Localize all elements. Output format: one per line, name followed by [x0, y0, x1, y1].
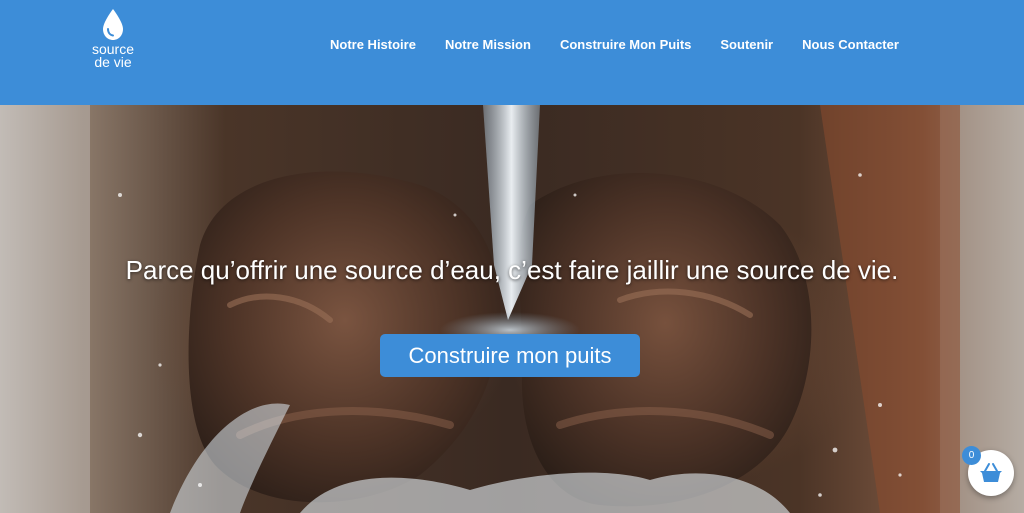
- site-header: source de vie Notre Histoire Notre Missi…: [0, 0, 1024, 105]
- hero-headline: Parce qu’offrir une source d’eau, c’est …: [125, 255, 899, 285]
- nav-item-notre-histoire[interactable]: Notre Histoire: [330, 37, 416, 53]
- logo-text: source de vie: [91, 41, 135, 70]
- nav-item-nous-contacter[interactable]: Nous Contacter: [802, 37, 899, 53]
- water-drop-icon: [103, 9, 123, 40]
- build-my-well-button[interactable]: Construire mon puits: [380, 334, 640, 377]
- hero-section: Parce qu’offrir une source d’eau, c’est …: [0, 105, 1024, 513]
- main-nav: Notre Histoire Notre Mission Construire …: [330, 37, 899, 53]
- page: source de vie Notre Histoire Notre Missi…: [0, 0, 1024, 513]
- hero-background-image: [0, 105, 1024, 513]
- nav-item-construire-mon-puits[interactable]: Construire Mon Puits: [560, 37, 691, 53]
- site-logo[interactable]: source de vie: [84, 8, 142, 78]
- nav-item-soutenir[interactable]: Soutenir: [720, 37, 773, 53]
- nav-item-notre-mission[interactable]: Notre Mission: [445, 37, 531, 53]
- basket-icon: [980, 463, 1002, 482]
- cart-count-badge: 0: [962, 446, 981, 465]
